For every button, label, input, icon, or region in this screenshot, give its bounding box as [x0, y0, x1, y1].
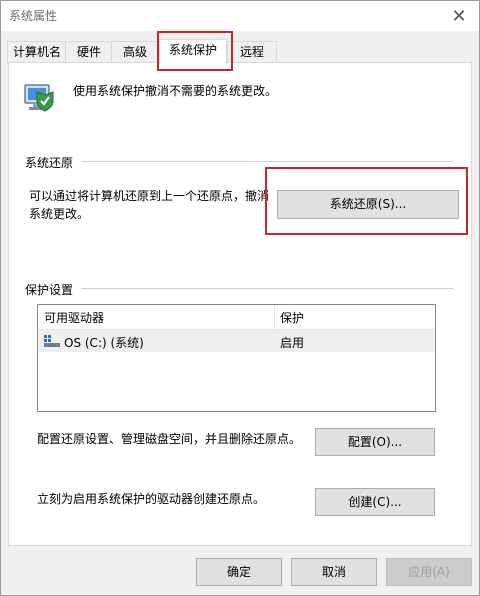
apply-button[interactable]: 应用(A) — [386, 558, 472, 586]
cancel-button[interactable]: 取消 — [291, 558, 377, 586]
column-header-protection[interactable]: 保护 — [280, 309, 304, 326]
restore-button-highlight-annotation — [265, 167, 468, 235]
create-button[interactable]: 创建(C)... — [315, 488, 435, 516]
title-bar: 系统属性 ✕ — [1, 1, 479, 31]
drive-icon — [44, 335, 60, 347]
tab-hardware[interactable]: 硬件 — [65, 41, 113, 63]
tab-computer-name[interactable]: 计算机名 — [7, 41, 67, 63]
configure-button[interactable]: 配置(O)... — [315, 428, 435, 456]
tab-advanced[interactable]: 高级 — [111, 41, 159, 63]
column-header-drives[interactable]: 可用驱动器 — [44, 309, 104, 326]
system-properties-window: 系统属性 ✕ 计算机名 硬件 高级 系统保护 远程 使用系统保护撤消不需要的系统… — [0, 0, 480, 596]
table-row[interactable]: OS (C:) (系统) 启用 — [38, 330, 435, 352]
list-header: 可用驱动器 保护 — [38, 305, 435, 330]
drive-protection-status: 启用 — [280, 336, 305, 350]
section-divider — [81, 161, 453, 162]
section-divider — [81, 288, 453, 289]
system-restore-section-label: 系统还原 — [25, 156, 74, 170]
ok-button[interactable]: 确定 — [196, 558, 282, 586]
tab-highlight-annotation — [157, 31, 233, 71]
window-title: 系统属性 — [9, 9, 58, 23]
drive-list[interactable]: 可用驱动器 保护 OS (C:) (系统) 启用 — [37, 304, 436, 412]
intro-text: 使用系统保护撤消不需要的系统更改。 — [73, 84, 278, 98]
drive-name: OS (C:) (系统) — [64, 336, 144, 350]
system-protection-panel: 使用系统保护撤消不需要的系统更改。 系统还原 可以通过将计算机还原到上一个还原点… — [8, 62, 472, 546]
column-separator — [274, 305, 275, 329]
close-button[interactable]: ✕ — [439, 1, 479, 31]
restore-description: 可以通过将计算机还原到上一个还原点，撤消系统更改。 — [29, 189, 270, 221]
close-icon: ✕ — [451, 5, 467, 27]
tab-remote[interactable]: 远程 — [227, 41, 277, 63]
protection-settings-section-label: 保护设置 — [25, 283, 74, 297]
configure-description: 配置还原设置、管理磁盘空间，并且删除还原点。 — [37, 432, 302, 446]
shield-computer-icon — [24, 84, 54, 112]
create-description: 立刻为启用系统保护的驱动器创建还原点。 — [37, 492, 266, 506]
